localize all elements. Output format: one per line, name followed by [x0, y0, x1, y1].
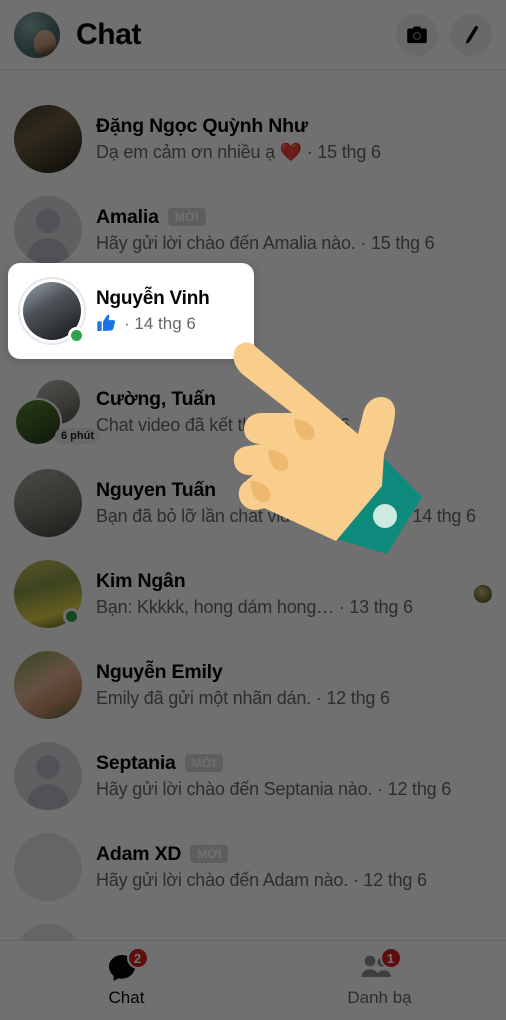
conversation-name: Septania — [96, 751, 176, 774]
new-badge: MỚI — [167, 208, 206, 226]
conversation-snippet: Dạ em cảm ơn nhiều ạ ❤️ · 15 thg 6 — [96, 141, 381, 162]
seen-by-avatar — [474, 584, 492, 603]
conversation-name: Đặng Ngọc Quỳnh Như — [96, 114, 308, 137]
conversation-snippet: Emily đã gửi một nhãn dán. · 12 thg 6 — [96, 687, 390, 708]
list-item[interactable]: 6 phút Cường, Tuấn Chat video đã kết thú… — [0, 366, 506, 457]
group-avatar: 6 phút — [14, 377, 100, 446]
avatar — [14, 832, 82, 901]
conversation-list[interactable]: Đặng Ngọc Quỳnh Như Dạ em cảm ơn nhiều ạ… — [0, 71, 506, 941]
conversation-meta: Nguyễn Vinh · 14 thg 6 — [96, 288, 244, 334]
pencil-edit-icon — [465, 25, 478, 44]
avatar — [14, 650, 82, 719]
tab-contacts[interactable]: 1 Danh bạ — [253, 941, 506, 1020]
header-actions — [396, 13, 492, 56]
avatar — [14, 195, 82, 264]
list-item[interactable]: Nguyen Tuấn Bạn đã bỏ lỡ lần chat video … — [0, 457, 506, 548]
camera-button[interactable] — [396, 13, 438, 56]
tab-chat[interactable]: 2 Chat — [0, 941, 253, 1020]
conversation-meta: Amalia MỚI Hãy gửi lời chào đến Amalia n… — [96, 206, 492, 254]
conversation-name: Adam XD — [96, 842, 182, 865]
chat-icon-wrap: 2 — [107, 947, 149, 983]
list-item[interactable]: Đặng Ngọc Quỳnh Như Dạ em cảm ơn nhiều ạ… — [0, 93, 506, 184]
online-indicator — [68, 327, 85, 344]
conversation-snippet: Hãy gửi lời chào đến Adam nào. · 12 thg … — [96, 869, 427, 890]
page-title: Chat — [76, 17, 142, 51]
bottom-navigation[interactable]: 2 Chat 1 Danh bạ — [0, 940, 506, 1020]
conversation-meta: Nguyen Tuấn Bạn đã bỏ lỡ lần chat video … — [96, 479, 492, 527]
conversation-snippet: Bạn: Kkkkk, hong dám hong… · 13 thg 6 — [96, 596, 413, 617]
conversation-meta: Cường, Tuấn Chat video đã kết thúc · 14 … — [96, 388, 492, 436]
conversation-meta: Nguyễn Emily Emily đã gửi một nhãn dán. … — [96, 661, 492, 709]
camera-icon — [407, 26, 427, 43]
conversation-meta: Đặng Ngọc Quỳnh Như Dạ em cảm ơn nhiều ạ… — [96, 115, 492, 163]
avatar — [18, 277, 86, 345]
avatar — [14, 104, 82, 173]
group-time-badge: 6 phút — [55, 427, 100, 444]
conversation-snippet: Bạn đã bỏ lỡ lần chat video với Tuấn... … — [96, 505, 476, 526]
new-badge: MỚI — [190, 845, 229, 863]
messenger-chat-screen: Chat Đặng Ngọc Quỳnh Như Dạ em cảm ơn nh… — [0, 0, 506, 1020]
contacts-icon-wrap: 1 — [360, 947, 402, 983]
avatar — [14, 923, 82, 941]
list-item[interactable]: Adam XD MỚI Hãy gửi lời chào đến Adam nà… — [0, 821, 506, 912]
app-header: Chat — [0, 0, 506, 70]
conversation-snippet: Hãy gửi lời chào đến Amalia nào. · 15 th… — [96, 232, 435, 253]
avatar — [14, 468, 82, 537]
list-item[interactable]: Kim Ngân Bạn: Kkkkk, hong dám hong… · 13… — [0, 548, 506, 639]
conversation-name: Nguyen Tuấn — [96, 478, 216, 501]
conversation-meta: Kim Ngân Bạn: Kkkkk, hong dám hong… · 13… — [96, 570, 466, 618]
highlighted-conversation-card[interactable]: Nguyễn Vinh · 14 thg 6 — [8, 263, 254, 359]
new-badge: MỚI — [184, 754, 223, 772]
avatar — [14, 741, 82, 810]
list-item[interactable]: Thái Dúi MỚI — [0, 912, 506, 941]
avatar — [14, 559, 82, 628]
avatar — [14, 71, 82, 93]
conversation-meta: Adam XD MỚI Hãy gửi lời chào đến Adam nà… — [96, 843, 492, 891]
user-profile-avatar[interactable] — [14, 11, 60, 58]
thumbs-up-icon — [97, 314, 116, 331]
conversation-date: · 14 thg 6 — [124, 313, 196, 333]
conversation-name: Kim Ngân — [96, 569, 186, 592]
tab-chat-label: Chat — [108, 988, 145, 1007]
list-item[interactable]: Amalia MỚI Hãy gửi lời chào đến Amalia n… — [0, 184, 506, 275]
conversation-name: Nguyễn Vinh — [96, 288, 210, 309]
list-item[interactable] — [0, 71, 506, 93]
chat-badge: 2 — [126, 947, 149, 969]
list-item[interactable]: Septania MỚI Hãy gửi lời chào đến Septan… — [0, 730, 506, 821]
contacts-badge: 1 — [379, 947, 402, 969]
conversation-name: Amalia — [96, 205, 159, 228]
conversation-meta: Septania MỚI Hãy gửi lời chào đến Septan… — [96, 752, 492, 800]
conversation-name: Cường, Tuấn — [96, 387, 216, 410]
tab-contacts-label: Danh bạ — [347, 988, 412, 1007]
conversation-name: Nguyễn Emily — [96, 660, 223, 683]
online-indicator — [63, 607, 80, 625]
new-message-button[interactable] — [450, 13, 492, 56]
list-item[interactable]: Nguyễn Emily Emily đã gửi một nhãn dán. … — [0, 639, 506, 730]
conversation-snippet: Hãy gửi lời chào đến Septania nào. · 12 … — [96, 778, 452, 799]
conversation-snippet: Chat video đã kết thúc · 14 thg 6 — [96, 414, 350, 435]
